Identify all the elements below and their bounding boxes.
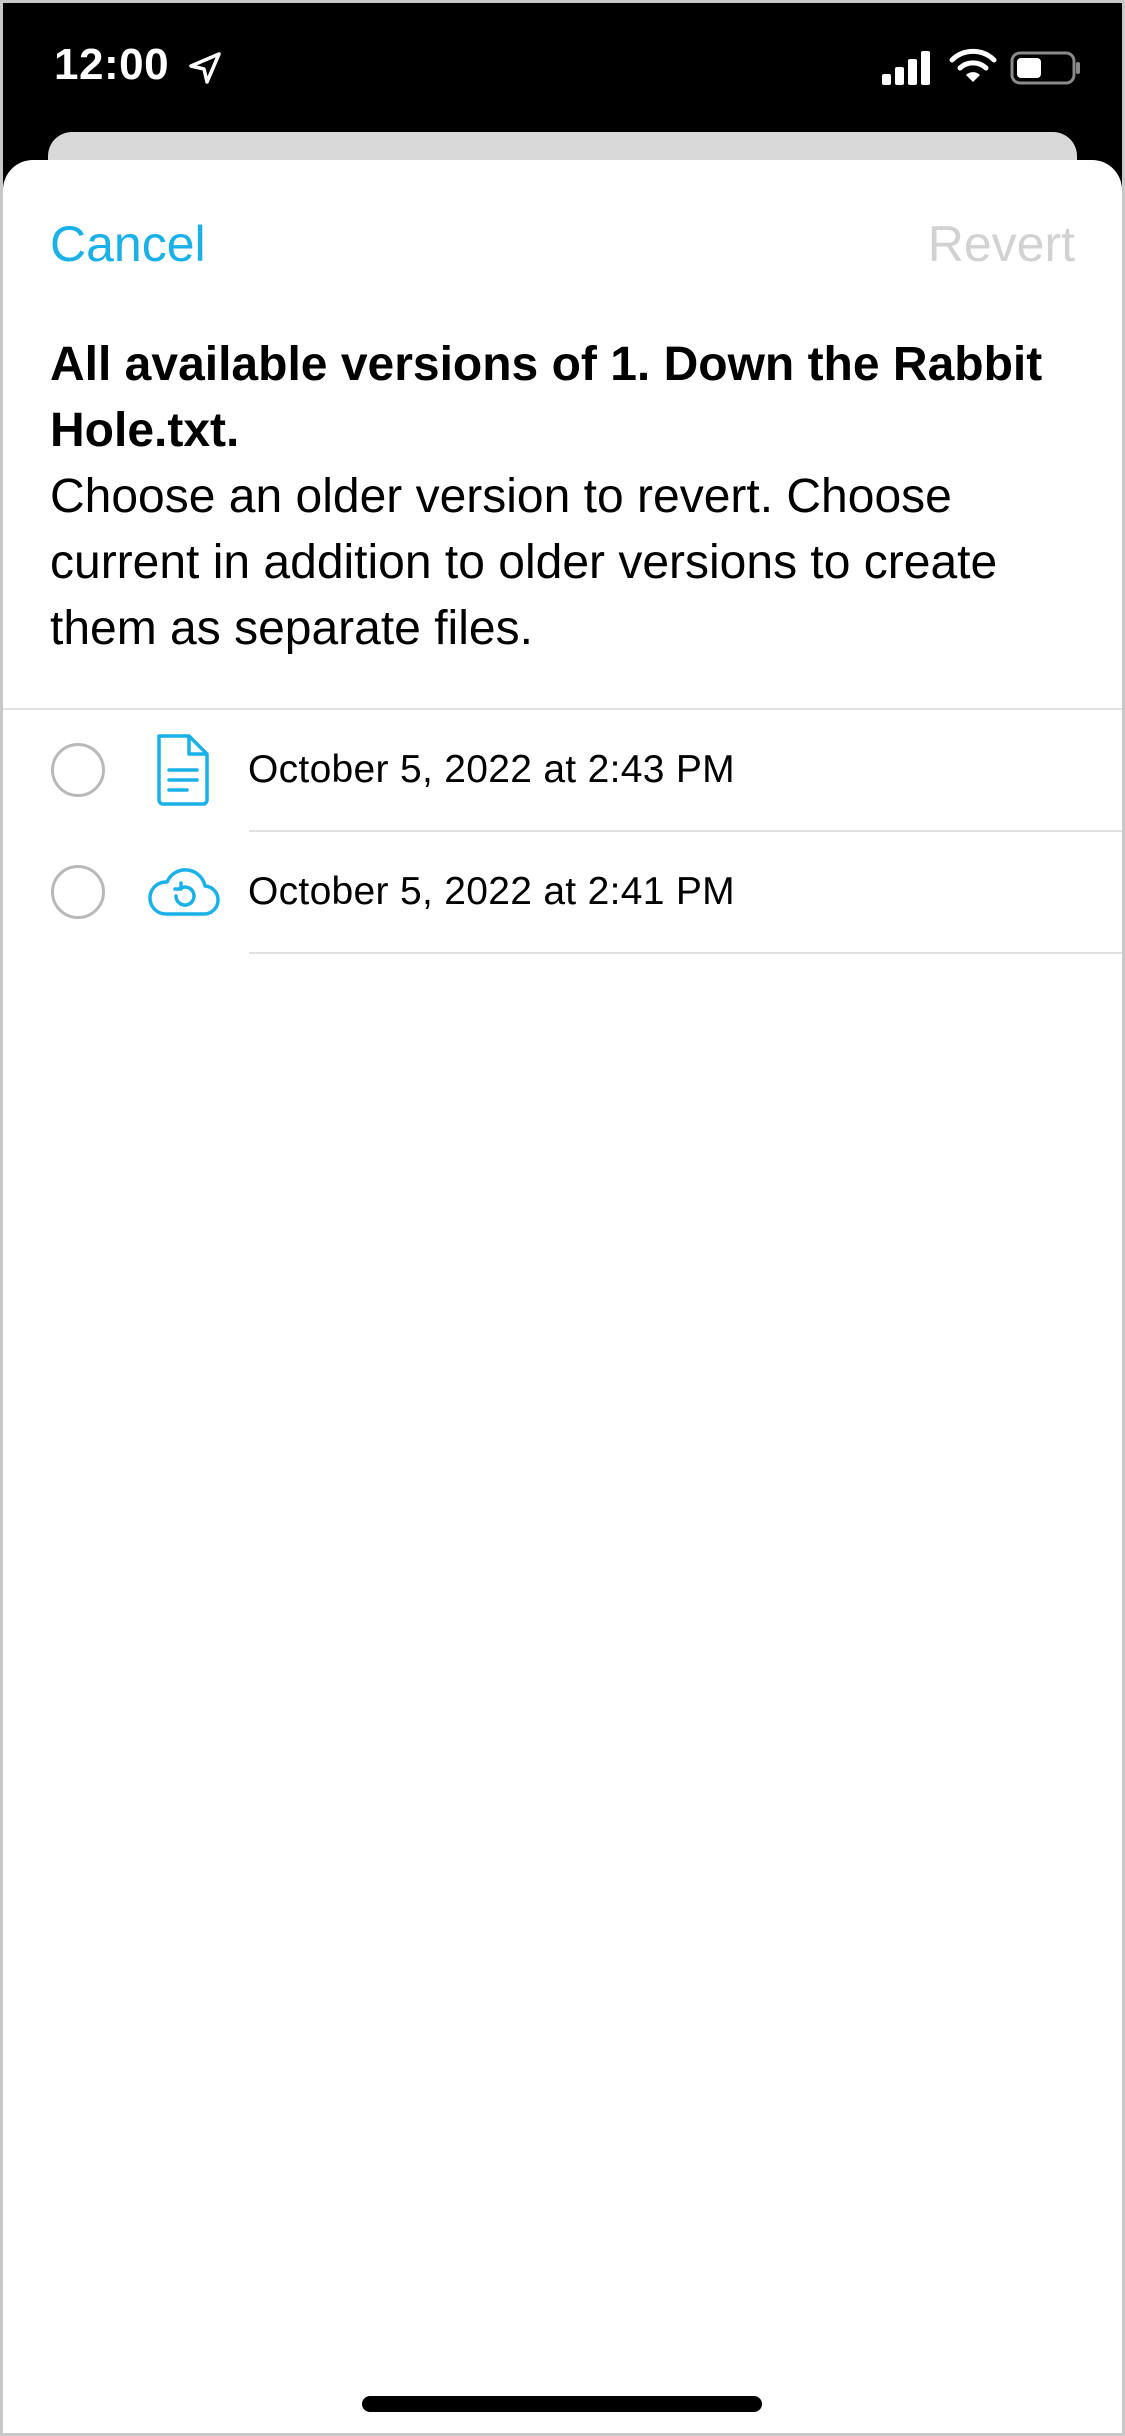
versions-sheet: Cancel Revert All available versions of … [3,160,1122,2433]
row-divider [249,952,1122,954]
version-date: October 5, 2022 at 2:41 PM [248,870,735,913]
cellular-signal-icon [882,51,930,85]
version-date: October 5, 2022 at 2:43 PM [248,748,735,791]
home-indicator[interactable] [362,2396,762,2412]
selection-radio[interactable] [51,743,105,797]
versions-header: All available versions of 1. Down the Ra… [50,332,1090,662]
location-arrow-icon [189,52,221,84]
revert-button[interactable]: Revert [928,215,1075,273]
status-bar: 12:00 [0,0,1125,135]
version-row[interactable]: October 5, 2022 at 2:41 PM [3,832,1122,954]
status-time: 12:00 [54,40,170,89]
battery-icon [1010,51,1080,85]
version-row[interactable]: October 5, 2022 at 2:43 PM [3,710,1122,832]
cloud-restore-icon [148,868,220,916]
selection-radio[interactable] [51,865,105,919]
cancel-button[interactable]: Cancel [50,215,206,273]
versions-description: Choose an older version to revert. Choos… [50,470,998,655]
wifi-icon [949,48,997,82]
document-icon [157,734,209,806]
versions-title: All available versions of 1. Down the Ra… [50,338,1043,457]
